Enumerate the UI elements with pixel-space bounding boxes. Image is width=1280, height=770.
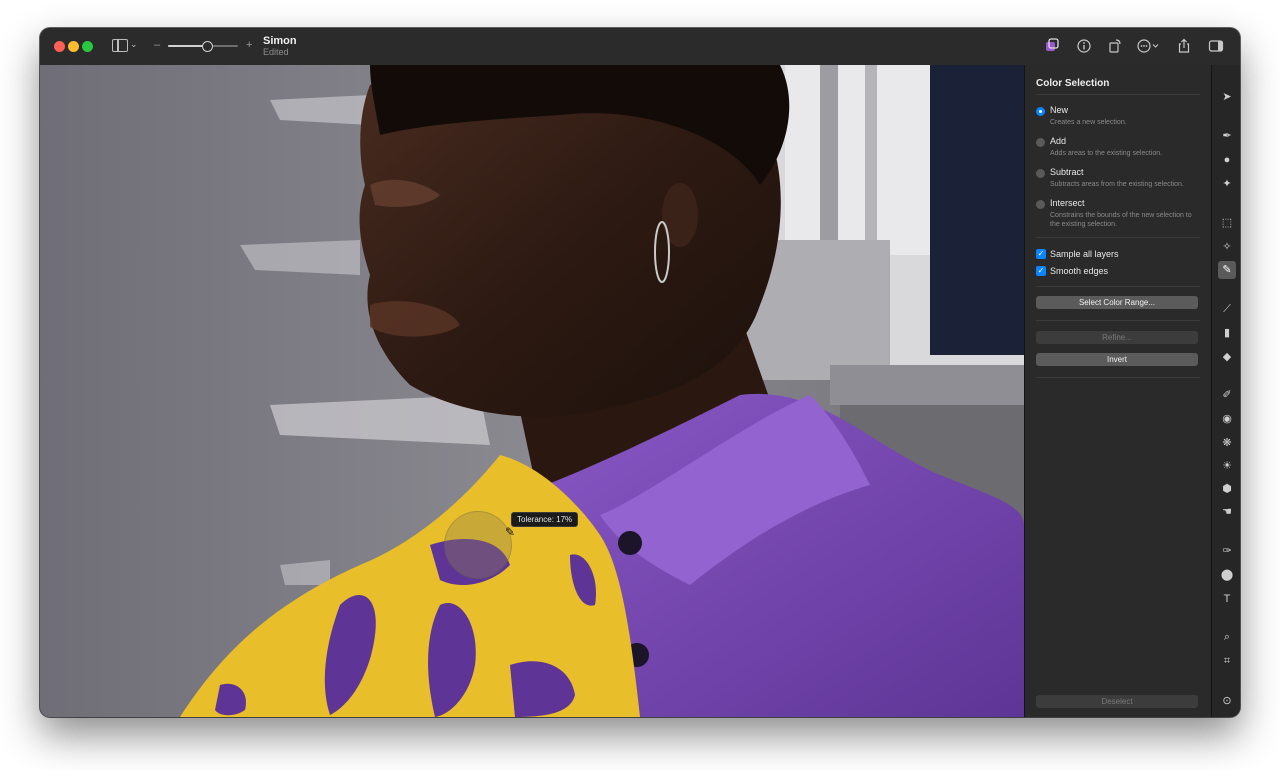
mode-label: New [1050, 105, 1069, 115]
divider [1036, 377, 1200, 378]
minimize-window-button[interactable] [68, 41, 79, 52]
divider [1036, 320, 1200, 321]
sidebar-toggle-icon[interactable] [112, 39, 128, 52]
layers-icon[interactable] [1043, 38, 1061, 56]
deselect-button[interactable]: Deselect [1036, 695, 1198, 708]
radio-subtract[interactable] [1036, 169, 1045, 178]
fill-icon[interactable]: ▮ [1218, 324, 1236, 342]
zoom-window-button[interactable] [82, 41, 93, 52]
sidebar-right-icon[interactable] [1207, 38, 1225, 56]
color-adjust-icon[interactable]: ● [1218, 151, 1236, 169]
crop-icon[interactable]: ⌗ [1218, 652, 1236, 670]
radio-intersect[interactable] [1036, 200, 1045, 209]
mode-description: Creates a new selection. [1050, 119, 1127, 126]
pen-icon[interactable]: ✑ [1218, 542, 1236, 560]
more-icon[interactable] [1135, 38, 1161, 56]
zoom-icon[interactable]: ⌕ [1218, 628, 1236, 646]
info-icon[interactable] [1075, 38, 1093, 56]
tool-rail: ➤ ✒ ● ✦ ⬚ ✧ ✎ ⟋ ▮ ◆ ✐ ◉ ❋ ☀ ⬢ ☚ ✑ ⬤ T ⌕ … [1211, 65, 1240, 717]
mode-description: Constrains the bounds of the new selecti… [1050, 212, 1192, 228]
quick-select-icon[interactable]: ✧ [1218, 238, 1236, 256]
divider [1036, 286, 1200, 287]
mode-label: Add [1050, 136, 1067, 146]
radio-add[interactable] [1036, 138, 1045, 147]
option-label: Smooth edges [1050, 266, 1109, 276]
smudge-icon[interactable]: ☚ [1218, 503, 1236, 521]
invert-button[interactable]: Invert [1036, 353, 1198, 366]
share-icon[interactable] [1175, 38, 1193, 56]
app-window: ⌄ – + Simon Edited ✎ Tolerance: 17% Colo… [40, 28, 1240, 717]
divider [1036, 237, 1200, 238]
clone-icon[interactable]: ◉ [1218, 410, 1236, 428]
retouch-icon[interactable]: ✐ [1218, 386, 1236, 404]
color-selection-panel: Color Selection New Creates a new select… [1024, 65, 1212, 717]
eyedropper-cursor-icon: ✎ [505, 525, 516, 539]
brush-icon[interactable]: ⟋ [1218, 300, 1236, 318]
mode-label: Intersect [1050, 198, 1085, 208]
panel-title: Color Selection [1036, 78, 1110, 89]
blur-icon[interactable]: ❋ [1218, 434, 1236, 452]
shape-icon[interactable]: ⬤ [1218, 566, 1236, 584]
zoom-slider-knob[interactable] [201, 41, 213, 52]
divider [1036, 94, 1200, 95]
refine-button[interactable]: Refine... [1036, 331, 1198, 344]
option-label: Sample all layers [1050, 249, 1119, 259]
document-title: Simon [263, 35, 297, 47]
mode-label: Subtract [1050, 167, 1084, 177]
document-subtitle: Edited [263, 47, 289, 57]
more-tools-icon[interactable]: ⊙ [1218, 692, 1236, 710]
mode-description: Adds areas to the existing selection. [1050, 150, 1163, 157]
zoom-slider[interactable] [168, 41, 238, 52]
title-bar: ⌄ – + Simon Edited [40, 28, 1240, 66]
sponge-icon[interactable]: ⬢ [1218, 480, 1236, 498]
image-canvas[interactable]: ✎ Tolerance: 17% [40, 65, 1024, 717]
mode-description: Subtracts areas from the existing select… [1050, 181, 1184, 188]
text-icon[interactable]: T [1218, 590, 1236, 608]
eraser-icon[interactable]: ◆ [1218, 348, 1236, 366]
lighten-icon[interactable]: ☀ [1218, 457, 1236, 475]
radio-new[interactable] [1036, 107, 1045, 116]
rotate-icon[interactable] [1106, 38, 1124, 56]
portrait-photo [40, 65, 1024, 717]
zoom-slider-fill [168, 45, 207, 47]
select-color-range-button[interactable]: Select Color Range... [1036, 296, 1198, 309]
arrow-icon[interactable]: ➤ [1218, 88, 1236, 106]
paint-icon[interactable]: ✒ [1218, 127, 1236, 145]
tolerance-tooltip: Tolerance: 17% [511, 512, 579, 527]
marquee-icon[interactable]: ⬚ [1218, 214, 1236, 232]
zoom-out-label: – [154, 39, 161, 51]
chevron-down-icon[interactable]: ⌄ [130, 39, 138, 50]
checkbox-checked-icon[interactable]: ✓ [1036, 249, 1046, 259]
checkbox-checked-icon[interactable]: ✓ [1036, 266, 1046, 276]
zoom-in-label: + [246, 39, 253, 51]
magic-icon[interactable]: ✦ [1218, 175, 1236, 193]
tolerance-ring [444, 511, 512, 579]
color-select-icon[interactable]: ✎ [1218, 261, 1236, 279]
close-window-button[interactable] [54, 41, 65, 52]
